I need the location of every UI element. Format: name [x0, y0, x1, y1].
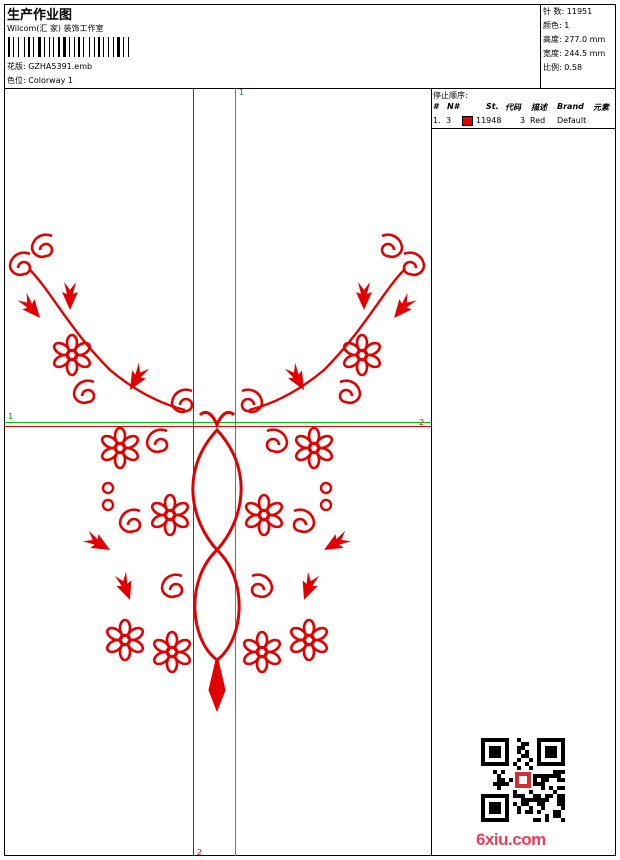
flower-motif [148, 493, 192, 537]
curl-motif [145, 428, 169, 454]
embroidery-design [8, 233, 620, 713]
curl-motif [160, 573, 184, 599]
curl-motif [72, 379, 96, 405]
center-figure-eight [191, 411, 243, 713]
qr-code [481, 738, 565, 822]
curl-motif [118, 508, 142, 534]
flower-motif [50, 333, 94, 377]
design-left-half [8, 233, 194, 674]
flower-motif [98, 426, 142, 470]
flower-motif [150, 630, 194, 674]
watermark-logo: 6xiu.com [476, 830, 546, 849]
design-right-half [242, 235, 424, 672]
leaf-motif [62, 282, 78, 310]
leaf-motif [81, 529, 114, 557]
flower-motif [103, 618, 147, 662]
curl-motif [8, 251, 32, 277]
curl-motif [30, 233, 54, 259]
leaf-motif [15, 291, 47, 324]
leaf-motif [112, 570, 138, 603]
